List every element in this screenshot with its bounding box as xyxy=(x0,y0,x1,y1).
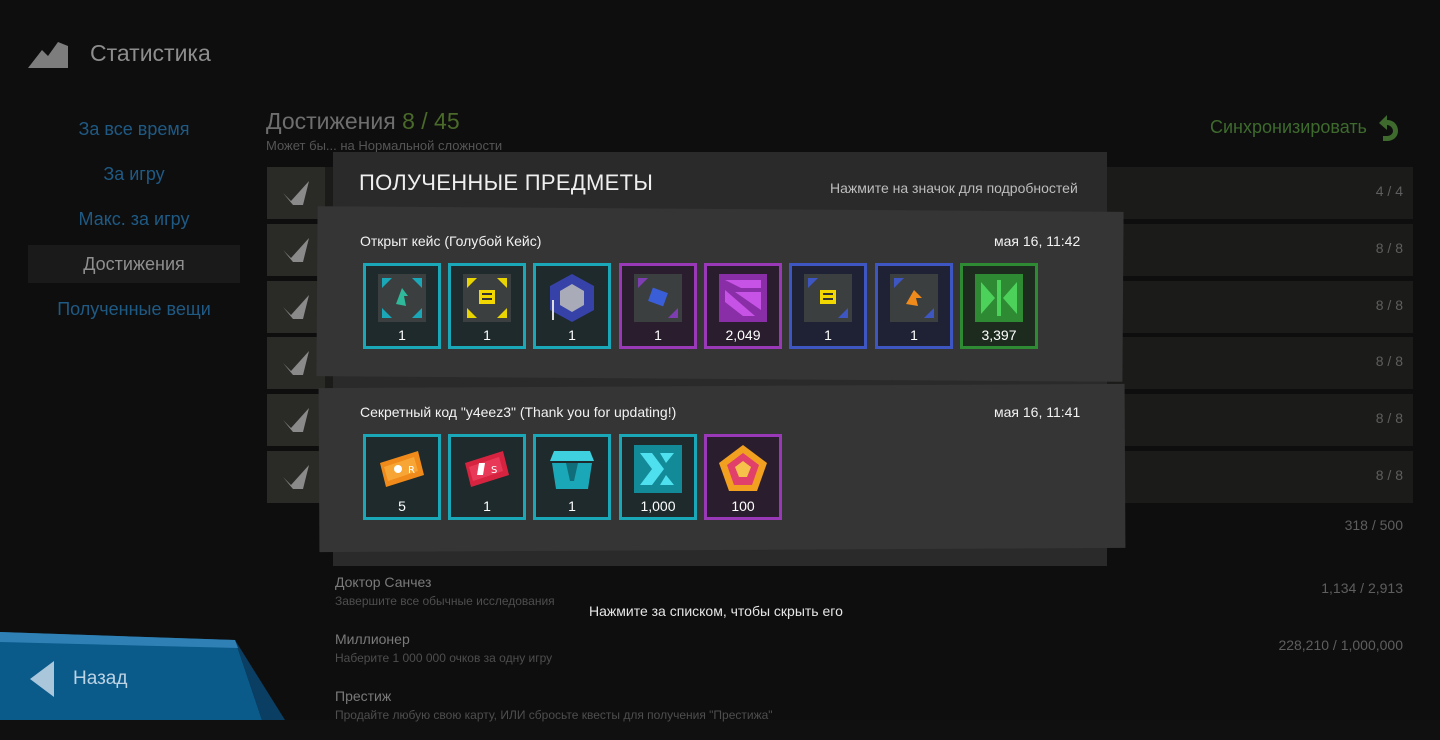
achievement-progress: 8 / 8 xyxy=(1375,297,1403,313)
reward-item[interactable]: R 5 xyxy=(363,434,441,520)
entry-title: Открыт кейс (Голубой Кейс) xyxy=(360,233,542,249)
achievement-desc: Наберите 1 000 000 очков за одну игру xyxy=(335,651,553,665)
sidebar-item-max-per-game[interactable]: Макс. за игру xyxy=(28,200,240,238)
sync-button[interactable]: Синхронизировать xyxy=(1210,117,1367,138)
green-tokens-icon xyxy=(975,274,1023,322)
achievement-name: Миллионер xyxy=(335,631,410,647)
entry-title: Секретный код "y4eez3" (Thank you for up… xyxy=(360,404,677,420)
entry-date: мая 16, 11:42 xyxy=(994,233,1081,249)
achievement-row: Престиж Продайте любую свою карту, ИЛИ с… xyxy=(267,684,1413,740)
pentagon-icon xyxy=(719,445,767,491)
sidebar-item-received-items[interactable]: Полученные вещи xyxy=(28,290,240,328)
footer-hint: Нажмите за списком, чтобы скрыть его xyxy=(589,603,843,619)
teal-crate-icon xyxy=(550,451,594,489)
yellow-module-icon xyxy=(804,274,852,322)
achievement-progress: 4 / 4 xyxy=(1375,183,1403,199)
reward-item[interactable]: 1 xyxy=(533,434,611,520)
sidebar-item-all-time[interactable]: За все время xyxy=(28,110,240,148)
yellow-module-icon xyxy=(463,274,511,322)
orange-module-icon xyxy=(890,274,938,322)
reward-item[interactable]: 2,049 xyxy=(704,263,782,349)
achievement-progress: 8 / 8 xyxy=(1375,410,1403,426)
reward-item[interactable]: 1 xyxy=(875,263,953,349)
sync-icon[interactable] xyxy=(1373,113,1401,143)
svg-text:S: S xyxy=(491,465,497,476)
back-button[interactable]: Назад xyxy=(73,668,127,690)
achievement-progress: 318 / 500 xyxy=(1344,517,1403,533)
modal-hint: Нажмите на значок для подробностей xyxy=(830,180,1078,196)
achievement-name: Доктор Санчез xyxy=(335,574,432,590)
achievements-count: 8 / 45 xyxy=(402,108,460,134)
modal-title: ПОЛУЧЕННЫЕ ПРЕДМЕТЫ xyxy=(359,170,654,195)
green-module-icon xyxy=(378,274,426,322)
orange-ticket-icon: R xyxy=(380,451,424,487)
reward-item[interactable]: 1 xyxy=(533,263,611,349)
teal-tokens-icon xyxy=(634,445,682,493)
reward-item[interactable]: 1 xyxy=(789,263,867,349)
achievement-progress: 228,210 / 1,000,000 xyxy=(1278,637,1403,653)
reward-item[interactable]: 1,000 xyxy=(619,434,697,520)
achievement-progress: 1,134 / 2,913 xyxy=(1321,580,1403,596)
achievements-title: Достижения 8 / 45 xyxy=(266,108,460,134)
reward-item[interactable]: S 1 xyxy=(448,434,526,520)
back-arrow-icon[interactable] xyxy=(30,661,56,697)
achievement-progress: 8 / 8 xyxy=(1375,353,1403,369)
check-icon xyxy=(267,167,325,219)
entry-date: мая 16, 11:41 xyxy=(994,404,1081,420)
reward-item[interactable]: 1 xyxy=(448,263,526,349)
achievement-name: Престиж xyxy=(335,688,392,704)
hexagon-module-icon xyxy=(550,274,594,322)
svg-text:R: R xyxy=(408,465,415,476)
mountain-icon xyxy=(28,42,68,68)
check-icon xyxy=(267,394,325,446)
achievement-desc: Завершите все обычные исследования xyxy=(335,594,555,608)
sidebar-item-per-game[interactable]: За игру xyxy=(28,155,240,193)
achievement-progress: 8 / 8 xyxy=(1375,467,1403,483)
blue-module-icon xyxy=(634,274,682,322)
sidebar-item-achievements[interactable]: Достижения xyxy=(28,245,240,283)
check-icon xyxy=(267,451,325,503)
achievement-row: Миллионер Наберите 1 000 000 очков за од… xyxy=(267,627,1413,683)
red-ticket-icon: S xyxy=(465,451,509,487)
achievement-progress: 8 / 8 xyxy=(1375,240,1403,256)
achievements-subtitle: Может бы... на Нормальной сложности xyxy=(266,138,503,153)
reward-item[interactable]: 1 xyxy=(363,263,441,349)
page-title: Статистика xyxy=(90,40,211,66)
reward-item[interactable]: 1 xyxy=(619,263,697,349)
reward-item[interactable]: 100 xyxy=(704,434,782,520)
reward-item[interactable]: 3,397 xyxy=(960,263,1038,349)
purple-stripes-icon xyxy=(719,274,767,322)
